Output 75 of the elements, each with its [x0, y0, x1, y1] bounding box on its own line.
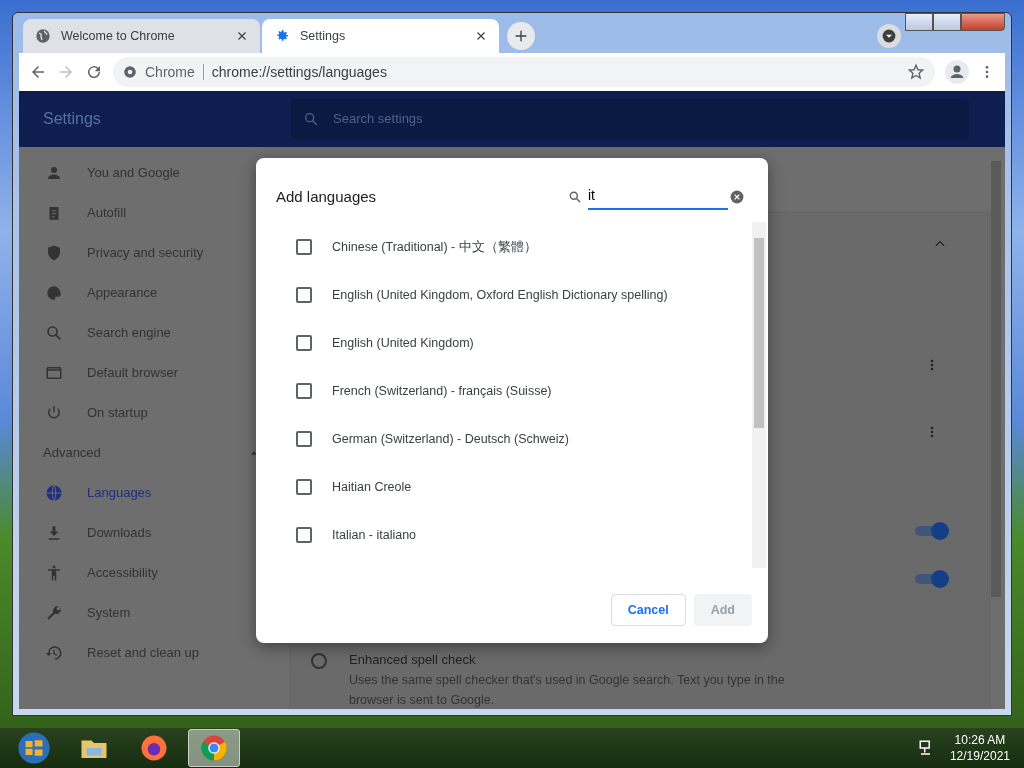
- person-icon: [45, 164, 63, 182]
- search-icon: [568, 190, 582, 204]
- scrollbar[interactable]: [752, 222, 766, 568]
- language-label: English (United Kingdom, Oxford English Dictionary spelling): [332, 286, 668, 304]
- checkbox[interactable]: [296, 383, 312, 399]
- globe-icon: [45, 484, 63, 502]
- reload-icon[interactable]: [85, 63, 103, 81]
- chrome-logo-icon: [199, 733, 229, 763]
- language-label: German (Switzerland) - Deutsch (Schweiz): [332, 430, 569, 448]
- sidebar-item[interactable]: Default browser: [19, 353, 289, 393]
- minimize-button[interactable]: [905, 13, 933, 31]
- star-icon[interactable]: [907, 63, 925, 81]
- close-icon[interactable]: [475, 30, 487, 42]
- forward-icon: [57, 63, 75, 81]
- clock-time: 10:26 AM: [953, 731, 1007, 748]
- language-label: English (United Kingdom): [332, 334, 474, 352]
- sidebar-item[interactable]: Search engine: [19, 313, 289, 353]
- chrome-logo-icon: [123, 65, 137, 79]
- tab-search-button[interactable]: [877, 24, 901, 48]
- maximize-button[interactable]: [933, 13, 961, 31]
- firefox-logo-icon: [139, 733, 169, 763]
- chevron-down-icon: [882, 29, 896, 43]
- sidebar-item[interactable]: System: [19, 593, 289, 633]
- checkbox[interactable]: [296, 479, 312, 495]
- sidebar-item[interactable]: Privacy and security: [19, 233, 289, 273]
- settings-search-field[interactable]: Search settings: [291, 99, 969, 139]
- advanced-section-toggle[interactable]: Advanced: [19, 433, 289, 473]
- option-label: Enhanced spell check: [349, 651, 476, 669]
- browser-tab[interactable]: Welcome to Chrome: [23, 19, 260, 53]
- shield-icon: [45, 244, 63, 262]
- sidebar-item[interactable]: Appearance: [19, 273, 289, 313]
- browser-window-icon: [45, 364, 63, 382]
- checkbox[interactable]: [296, 527, 312, 543]
- sidebar-item[interactable]: Downloads: [19, 513, 289, 553]
- radio-button[interactable]: [311, 653, 327, 669]
- clear-icon[interactable]: [730, 190, 744, 204]
- close-button[interactable]: [961, 13, 1005, 31]
- wrench-icon: [45, 604, 63, 622]
- tab-title: Welcome to Chrome: [61, 27, 175, 45]
- sidebar-item[interactable]: Accessibility: [19, 553, 289, 593]
- new-tab-button[interactable]: [507, 22, 535, 50]
- checkbox[interactable]: [296, 335, 312, 351]
- toggle-switch[interactable]: [915, 572, 949, 586]
- sidebar-item[interactable]: Reset and clean up: [19, 633, 289, 673]
- history-icon: [45, 644, 63, 662]
- search-input-field[interactable]: it: [588, 184, 728, 210]
- cancel-button[interactable]: Cancel: [610, 594, 686, 626]
- gear-icon: [274, 28, 290, 44]
- clock-date: 12/19/2021: [949, 748, 1010, 765]
- plus-icon: [513, 28, 529, 44]
- accessibility-icon: [45, 564, 63, 582]
- toggle-switch[interactable]: [915, 524, 949, 538]
- site-label: Chrome: [145, 62, 195, 82]
- browser-tab[interactable]: Settings: [262, 19, 499, 53]
- globe-icon: [35, 28, 51, 44]
- language-label: Chinese (Traditional) - 中文（繁體）: [332, 238, 537, 256]
- sidebar-item[interactable]: Languages: [19, 473, 289, 513]
- language-label: Italian - italiano: [332, 526, 417, 544]
- search-placeholder: Search settings: [333, 110, 423, 129]
- account-icon[interactable]: [945, 60, 969, 84]
- sidebar-item[interactable]: On startup: [19, 393, 289, 433]
- palette-icon: [45, 284, 63, 302]
- checkbox[interactable]: [296, 431, 312, 447]
- windows-logo-icon: [17, 731, 51, 765]
- search-icon: [45, 324, 63, 342]
- search-icon: [303, 111, 319, 127]
- settings-title: Settings: [42, 109, 102, 129]
- address-bar[interactable]: Chrome chrome://settings/languages: [113, 57, 935, 87]
- url-text: chrome://settings/languages: [211, 62, 387, 82]
- checkbox[interactable]: [296, 239, 312, 255]
- language-label: Haitian Creole: [332, 478, 412, 496]
- tab-title: Settings: [300, 27, 346, 45]
- language-label: French (Switzerland) - français (Suisse): [332, 382, 552, 400]
- close-icon[interactable]: [236, 30, 248, 42]
- checkbox[interactable]: [296, 287, 312, 303]
